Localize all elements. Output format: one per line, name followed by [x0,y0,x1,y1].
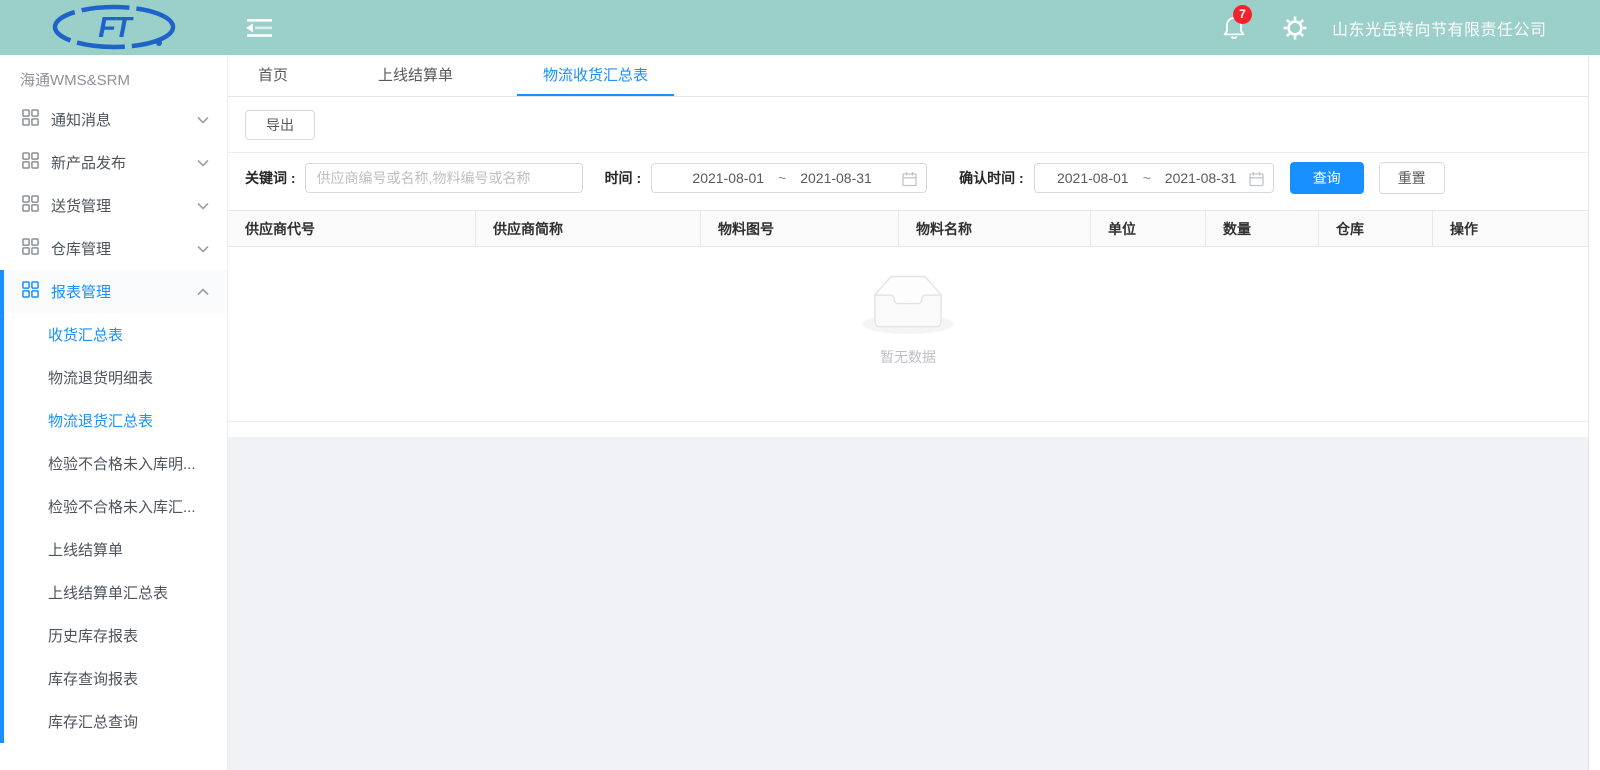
notification-badge: 7 [1233,5,1252,24]
sidebar-item-receipt-summary[interactable]: 收货汇总表 [4,313,227,356]
company-logo: FT [50,4,178,51]
tab-home[interactable]: 首页 [232,55,314,96]
notification-bell-icon[interactable]: 7 [1222,13,1248,43]
sidebar-item-online-settlement[interactable]: 上线结算单 [4,528,227,571]
chevron-down-icon [197,159,209,167]
grid-icon [22,281,39,302]
tab-bar: 首页 上线结算单 物流收货汇总表 [228,55,1588,97]
chevron-down-icon [197,202,209,210]
menu-fold-icon[interactable] [246,17,273,44]
sidebar-group-label: 报表管理 [51,281,111,302]
sidebar-item-logistics-return-summary[interactable]: 物流退货汇总表 [4,399,227,442]
column-supplier-name: 供应商简称 [475,211,700,246]
sidebar: 海通WMS&SRM 通知消息 新产品发布 送货管理 [0,55,228,770]
empty-state-text: 暂无数据 [880,347,936,367]
column-material-drawing-no: 物料图号 [700,211,898,246]
keyword-input[interactable] [305,163,583,193]
sidebar-item-inventory-query-report[interactable]: 库存查询报表 [4,657,227,700]
confirm-time-range-picker[interactable]: 2021-08-01 ~ 2021-08-31 [1034,163,1274,193]
grid-icon [22,238,39,259]
sidebar-group-delivery[interactable]: 送货管理 [0,184,227,227]
confirm-start-value: 2021-08-01 [1057,170,1129,186]
grid-icon [22,109,39,130]
toolbar: 导出 [228,97,1588,153]
sidebar-group-reports-wrap: 报表管理 收货汇总表 物流退货明细表 物流退货汇总表 检验不合格未入库明... … [0,270,227,743]
column-supplier-code: 供应商代号 [228,211,475,246]
settings-gear-icon[interactable] [1282,15,1308,41]
sidebar-item-online-settlement-summary[interactable]: 上线结算单汇总表 [4,571,227,614]
chevron-up-icon [197,288,209,296]
chevron-down-icon [197,116,209,124]
empty-box-icon [862,275,954,339]
calendar-icon [1249,171,1264,187]
company-name: 山东光岳转向节有限责任公司 [1332,16,1547,40]
content-panel: 导出 关键词 : 时间 : 2021-08-01 ~ 2021-08-31 确认… [228,97,1588,437]
chevron-down-icon [197,245,209,253]
time-end-value: 2021-08-31 [800,170,872,186]
sidebar-group-reports[interactable]: 报表管理 [4,270,227,313]
confirm-time-label: 确认时间 : [959,168,1024,188]
column-actions: 操作 [1432,211,1588,246]
logo-letters: FT [98,12,134,44]
sidebar-item-history-inventory-report[interactable]: 历史库存报表 [4,614,227,657]
column-quantity: 数量 [1205,211,1318,246]
time-start-value: 2021-08-01 [692,170,764,186]
filter-row: 关键词 : 时间 : 2021-08-01 ~ 2021-08-31 确认时间 … [228,153,1588,203]
range-separator: ~ [778,170,786,186]
sidebar-item-inventory-summary-query[interactable]: 库存汇总查询 [4,700,227,743]
app-title: 海通WMS&SRM [0,55,227,98]
main-content: 首页 上线结算单 物流收货汇总表 导出 关键词 : 时间 : 2021-08-0… [228,55,1588,770]
grid-icon [22,195,39,216]
time-range-picker[interactable]: 2021-08-01 ~ 2021-08-31 [651,163,927,193]
sidebar-item-logistics-return-detail[interactable]: 物流退货明细表 [4,356,227,399]
table-empty-body: 暂无数据 [228,247,1588,422]
tab-online-settlement[interactable]: 上线结算单 [352,55,479,96]
time-label: 时间 : [605,168,642,188]
header-right-cluster: 7 山东光岳转向节有限责任公司 [1222,0,1547,55]
sidebar-group-label: 新产品发布 [51,152,126,173]
sidebar-item-inspection-fail-summary[interactable]: 检验不合格未入库汇... [4,485,227,528]
range-separator: ~ [1143,170,1151,186]
sidebar-group-new-product[interactable]: 新产品发布 [0,141,227,184]
column-unit: 单位 [1090,211,1205,246]
column-material-name: 物料名称 [898,211,1090,246]
tab-logistics-receipt-summary[interactable]: 物流收货汇总表 [517,55,674,96]
sidebar-group-label: 仓库管理 [51,238,111,259]
sidebar-item-inspection-fail-detail[interactable]: 检验不合格未入库明... [4,442,227,485]
app-header: FT 7 [0,0,1600,55]
page-scrollbar-track[interactable] [1588,55,1600,770]
sidebar-group-warehouse[interactable]: 仓库管理 [0,227,227,270]
export-button[interactable]: 导出 [245,110,315,140]
grid-icon [22,152,39,173]
search-button[interactable]: 查询 [1290,162,1364,194]
sidebar-group-label: 通知消息 [51,109,111,130]
table-header-row: 供应商代号 供应商简称 物料图号 物料名称 单位 数量 仓库 操作 [228,210,1588,247]
calendar-icon [902,171,917,187]
reset-button[interactable]: 重置 [1379,162,1445,194]
sidebar-group-label: 送货管理 [51,195,111,216]
keyword-label: 关键词 : [245,168,296,188]
sidebar-group-notifications[interactable]: 通知消息 [0,98,227,141]
confirm-end-value: 2021-08-31 [1165,170,1237,186]
column-warehouse: 仓库 [1318,211,1432,246]
empty-state: 暂无数据 [228,275,1588,367]
